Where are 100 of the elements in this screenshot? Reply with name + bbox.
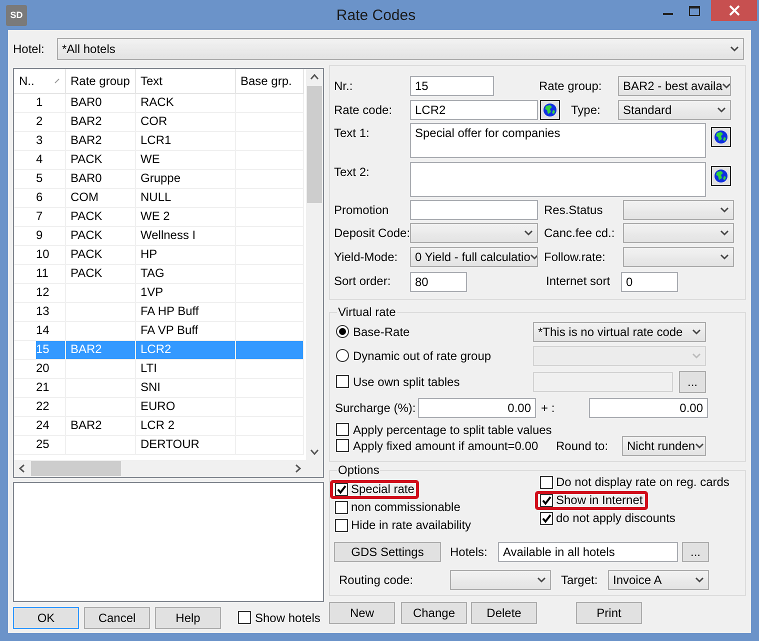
sort-icon bbox=[54, 78, 60, 84]
table-row[interactable]: 11 PACK TAG bbox=[14, 264, 303, 283]
table-cell: 9 bbox=[14, 226, 65, 245]
table-row[interactable]: 12 1VP bbox=[14, 283, 303, 302]
table-cell: LCR 2 bbox=[135, 416, 235, 435]
input-field[interactable]: 0.00 bbox=[418, 398, 536, 418]
table-cell: 20 bbox=[14, 359, 65, 378]
input-field[interactable]: LCR2 bbox=[410, 100, 538, 120]
table-row[interactable]: 10 PACK HP bbox=[14, 245, 303, 264]
checkbox[interactable] bbox=[540, 476, 553, 489]
column-header[interactable]: N.. bbox=[14, 69, 65, 93]
table-row[interactable]: 24 BAR2 LCR 2 bbox=[14, 416, 303, 435]
browse-button[interactable]: ... bbox=[679, 371, 706, 393]
column-header[interactable]: Base grp. bbox=[235, 69, 303, 93]
dropdown[interactable]: Invoice A bbox=[608, 570, 709, 590]
scroll-thumb[interactable] bbox=[307, 86, 322, 203]
table-cell: COR bbox=[135, 112, 235, 131]
field-label: Sort order: bbox=[334, 274, 392, 289]
table-cell: EURO bbox=[135, 397, 235, 416]
checkbox[interactable] bbox=[540, 494, 553, 507]
radio-button[interactable] bbox=[336, 349, 349, 362]
checkbox[interactable] bbox=[238, 611, 251, 624]
field-label: Hotel: bbox=[13, 42, 46, 56]
caret-icon bbox=[720, 207, 729, 213]
table-cell: NULL bbox=[135, 188, 235, 207]
field-label: Yield-Mode: bbox=[334, 250, 399, 264]
checkbox[interactable] bbox=[336, 423, 349, 436]
dropdown[interactable]: Standard bbox=[618, 100, 731, 120]
table-row[interactable]: 13 FA HP Buff bbox=[14, 302, 303, 321]
table-row[interactable]: 2 BAR2 COR bbox=[14, 112, 303, 131]
checkbox[interactable] bbox=[336, 439, 349, 452]
dropdown[interactable]: Nicht runden bbox=[622, 436, 706, 456]
column-header[interactable]: Text bbox=[135, 69, 235, 93]
group-title: Virtual rate bbox=[337, 305, 397, 320]
dropdown[interactable]: BAR2 - best availa bbox=[618, 76, 731, 96]
dropdown[interactable]: 0 Yield - full calculatio bbox=[410, 247, 538, 267]
dropdown[interactable]: *This is no virtual rate code bbox=[533, 322, 706, 342]
table-row[interactable]: 7 PACK WE 2 bbox=[14, 207, 303, 226]
checkbox[interactable] bbox=[540, 512, 553, 525]
table-cell: Gruppe bbox=[135, 169, 235, 188]
vertical-scrollbar[interactable] bbox=[306, 69, 323, 460]
input-field[interactable]: 15 bbox=[410, 76, 494, 96]
hotel-dropdown[interactable]: *All hotels bbox=[57, 38, 744, 60]
table-row[interactable]: 22 EURO bbox=[14, 397, 303, 416]
checkbox[interactable] bbox=[336, 375, 349, 388]
table-row[interactable]: 1 BAR0 RACK bbox=[14, 93, 303, 112]
table-cell: WE bbox=[135, 150, 235, 169]
globe-icon bbox=[714, 130, 728, 144]
checkbox[interactable] bbox=[335, 501, 348, 514]
radio-button[interactable] bbox=[336, 325, 349, 338]
input-field[interactable] bbox=[410, 200, 538, 220]
table-row[interactable]: 4 PACK WE bbox=[14, 150, 303, 169]
scroll-thumb[interactable] bbox=[31, 461, 121, 476]
dialog-button[interactable]: OK bbox=[13, 607, 79, 629]
dialog-button[interactable]: Cancel bbox=[84, 607, 150, 629]
table-row[interactable]: 6 COM NULL bbox=[14, 188, 303, 207]
column-header[interactable]: Rate group bbox=[65, 69, 135, 93]
action-button[interactable]: New bbox=[329, 602, 395, 624]
globe-button[interactable] bbox=[711, 127, 731, 147]
dialog-button[interactable]: Help bbox=[155, 607, 221, 629]
field-label: Canc.fee cd.: bbox=[544, 226, 616, 240]
globe-button[interactable] bbox=[540, 100, 560, 120]
table-cell: BAR2 bbox=[65, 340, 135, 359]
checkbox[interactable] bbox=[335, 519, 348, 532]
table-row[interactable]: 9 PACK Wellness I bbox=[14, 226, 303, 245]
gds-settings-button[interactable]: GDS Settings bbox=[334, 542, 441, 562]
field-label: Routing code: bbox=[339, 572, 414, 588]
action-button[interactable]: Print bbox=[576, 602, 642, 624]
input-field[interactable]: 0 bbox=[621, 272, 678, 292]
table-cell: PACK bbox=[65, 207, 135, 226]
caret-icon bbox=[537, 577, 546, 583]
globe-icon bbox=[714, 169, 728, 183]
table-cell: 5 bbox=[14, 169, 65, 188]
table-row[interactable]: 14 FA VP Buff bbox=[14, 321, 303, 340]
action-button[interactable]: Delete bbox=[471, 602, 537, 624]
field-label: Deposit Code: bbox=[334, 226, 410, 240]
table-row[interactable]: 21 SNI bbox=[14, 378, 303, 397]
checkbox[interactable] bbox=[335, 483, 348, 496]
table-row[interactable]: 5 BAR0 Gruppe bbox=[14, 169, 303, 188]
text-area[interactable]: Special offer for companies bbox=[410, 123, 706, 158]
globe-button[interactable] bbox=[711, 166, 731, 186]
caret-icon bbox=[720, 230, 729, 236]
action-button[interactable]: Change bbox=[401, 602, 467, 624]
field-label: Rate group: bbox=[539, 78, 603, 94]
table-cell: 3 bbox=[14, 131, 65, 150]
input-field[interactable]: 80 bbox=[410, 272, 467, 292]
minimize-icon bbox=[663, 13, 673, 15]
input-field[interactable]: Available in all hotels bbox=[498, 542, 678, 562]
input-field[interactable] bbox=[533, 372, 673, 392]
table-row[interactable]: 25 DERTOUR bbox=[14, 435, 303, 454]
table-row[interactable]: 3 BAR2 LCR1 bbox=[14, 131, 303, 150]
group-title: Options bbox=[337, 463, 380, 478]
table-row[interactable]: 20 LTI bbox=[14, 359, 303, 378]
browse-button[interactable]: ... bbox=[682, 542, 709, 562]
horizontal-scrollbar[interactable] bbox=[14, 460, 306, 477]
input-field[interactable]: 0.00 bbox=[589, 398, 708, 418]
caret-icon bbox=[695, 577, 704, 583]
table-cell bbox=[65, 359, 135, 378]
table-cell: 12 bbox=[14, 283, 65, 302]
close-button[interactable] bbox=[711, 0, 757, 21]
